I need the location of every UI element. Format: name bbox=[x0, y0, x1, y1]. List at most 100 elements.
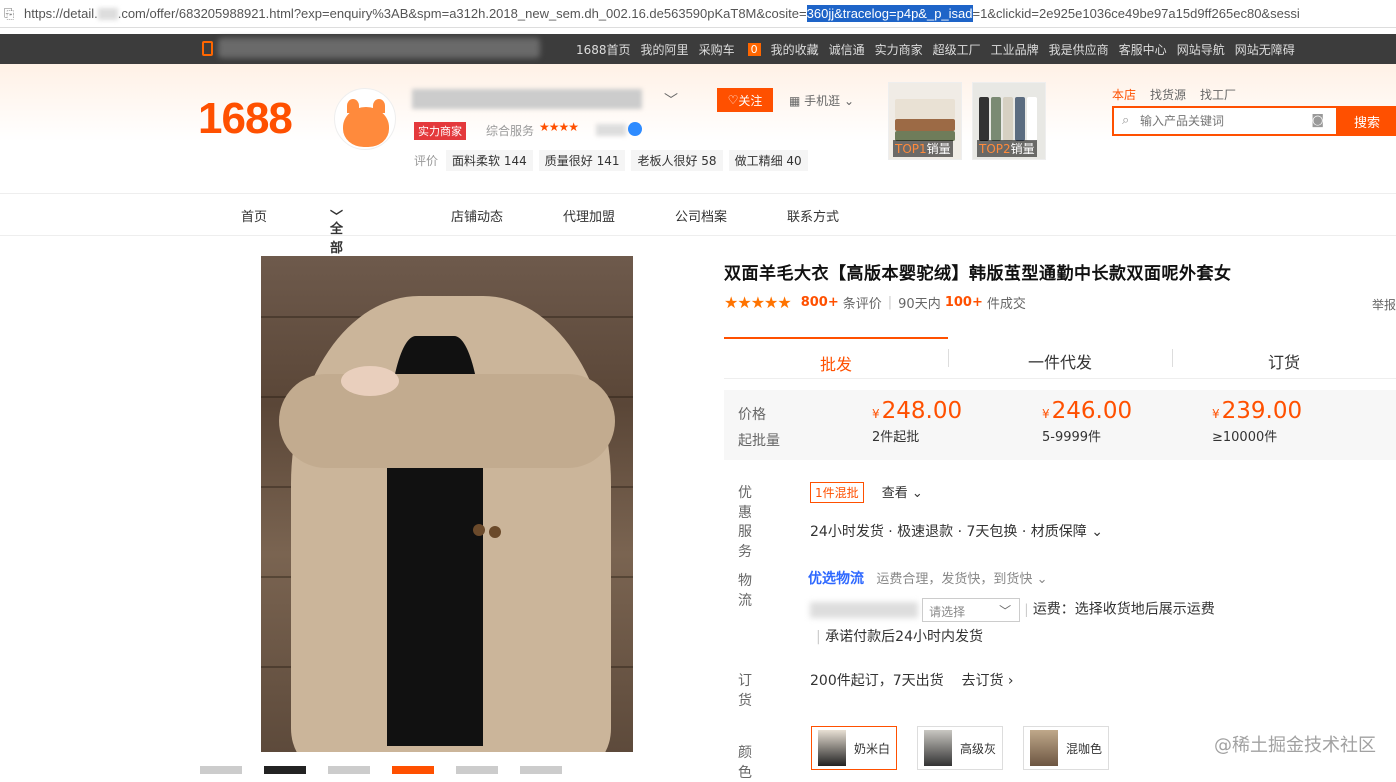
promo-view-link[interactable]: 查看 ⌄ bbox=[882, 486, 923, 501]
go-order-label: 去订货 bbox=[961, 673, 1004, 689]
url-pre: https://detail. bbox=[24, 6, 98, 21]
price-tier: ¥246.00 5-9999件 bbox=[1042, 398, 1132, 445]
tier-price: 239.00 bbox=[1221, 398, 1303, 424]
logistics-desc[interactable]: 运费合理，发货快，到货快 bbox=[876, 572, 1032, 587]
camera-icon[interactable]: ◙ bbox=[1311, 113, 1324, 128]
top-bar-links: 1688首页 我的阿里 采购车 0 我的收藏 诚信通 实力商家 超级工厂 工业品牌 我是供应商 客服… bbox=[576, 34, 1305, 64]
page-info-icon[interactable]: ⎘ bbox=[4, 6, 18, 22]
chevron-down-icon[interactable]: ⌄ bbox=[1037, 572, 1048, 587]
sold-count: 100+ bbox=[944, 295, 983, 310]
top-bar-link[interactable]: 采购车 bbox=[699, 41, 735, 58]
destination-select[interactable]: 请选择 ﹀ bbox=[922, 598, 1021, 622]
browser-address-bar[interactable]: ⎘ https://detail. .com/offer/68320598892… bbox=[0, 0, 1396, 28]
product-main-image[interactable] bbox=[261, 256, 633, 752]
follow-label: 关注 bbox=[738, 93, 763, 108]
top-item-2[interactable]: TOP2销量 bbox=[972, 82, 1046, 160]
verified-icon bbox=[628, 122, 642, 136]
top-bar-link[interactable]: 超级工厂 bbox=[933, 41, 981, 58]
service-text: 24小时发货 · 极速退款 · 7天包换 · 材质保障 bbox=[810, 524, 1087, 540]
mobile-browse-button[interactable]: ▦ 手机逛 ⌄ bbox=[789, 92, 854, 109]
service-blur bbox=[596, 124, 626, 136]
hand bbox=[341, 366, 399, 396]
review-tag[interactable]: 老板人很好 58 bbox=[631, 150, 723, 171]
sold-label: 件成交 bbox=[986, 297, 1026, 312]
currency: ¥ bbox=[872, 407, 880, 421]
hanging-shirt bbox=[1015, 97, 1025, 141]
url-blur bbox=[97, 7, 118, 20]
review-tag[interactable]: 质量很好 141 bbox=[538, 150, 626, 171]
nav-contact[interactable]: 联系方式 bbox=[787, 206, 839, 225]
crossed-arms bbox=[279, 374, 615, 468]
review-tag[interactable]: 做工精细 40 bbox=[728, 150, 808, 171]
top-bar-link[interactable]: 我的阿里 bbox=[641, 41, 689, 58]
logo-1688[interactable]: 1688 bbox=[198, 94, 293, 144]
top-bar-link[interactable]: 客服中心 bbox=[1119, 41, 1167, 58]
color-option-coffee[interactable]: 混咖色 bbox=[1023, 726, 1110, 770]
days-label: 90天内 bbox=[898, 297, 941, 312]
tab-wholesale[interactable]: 批发 bbox=[724, 337, 948, 378]
top-bar-link[interactable]: 我的收藏 bbox=[771, 41, 819, 58]
search-tab-source[interactable]: 找货源 bbox=[1150, 86, 1186, 103]
tab-dropship[interactable]: 一件代发 bbox=[948, 337, 1172, 378]
top-bar-link[interactable]: 网站导航 bbox=[1177, 41, 1225, 58]
power-merchant-badge: 实力商家 bbox=[414, 122, 466, 140]
top-bar-link[interactable]: 工业品牌 bbox=[991, 41, 1039, 58]
shop-name-blurred[interactable] bbox=[412, 89, 642, 109]
follow-button[interactable]: ♡ 关注 bbox=[717, 88, 773, 112]
watermark: @稀土掘金技术社区 bbox=[1214, 735, 1376, 756]
product-rating: ★★★★★ 800+ 条评价 | 90天内 100+ 件成交 bbox=[724, 293, 1026, 312]
search-tabs: 本店 找货源 找工厂 bbox=[1112, 86, 1236, 103]
order-terms: 200件起订，7天出货 bbox=[810, 673, 944, 689]
top-bar-link[interactable]: 实力商家 bbox=[875, 41, 923, 58]
moq-label: 起批量 bbox=[738, 433, 780, 449]
top-item-caption: TOP2销量 bbox=[977, 140, 1037, 157]
review-count[interactable]: 800+ bbox=[801, 295, 839, 310]
freight-text: 运费：选择收货地后展示运费 bbox=[1032, 601, 1215, 618]
mixed-batch-badge: 1件混批 bbox=[810, 482, 864, 503]
hanging-shirt bbox=[979, 97, 989, 141]
shop-avatar[interactable] bbox=[334, 88, 396, 150]
avatar-face bbox=[343, 107, 389, 147]
go-order-link[interactable]: 去订货 › bbox=[961, 673, 1013, 689]
color-swatch bbox=[1030, 730, 1059, 766]
nav-all-products[interactable]: 全部商品 ﹀ bbox=[330, 206, 343, 294]
search-tab-shop[interactable]: 本店 bbox=[1112, 86, 1136, 103]
cart-count-badge: 0 bbox=[747, 42, 761, 56]
currency: ¥ bbox=[1042, 407, 1050, 421]
nav-news[interactable]: 店铺动态 bbox=[451, 206, 503, 225]
top-item-1[interactable]: TOP1销量 bbox=[888, 82, 962, 160]
nav-home[interactable]: 首页 bbox=[241, 206, 267, 225]
folded-clothes bbox=[895, 99, 955, 119]
nav-company[interactable]: 公司档案 bbox=[675, 206, 727, 225]
top-bar-link[interactable]: 网站无障碍 bbox=[1235, 41, 1295, 58]
search-input[interactable] bbox=[1114, 114, 1304, 128]
nav-agency[interactable]: 代理加盟 bbox=[563, 206, 615, 225]
service-value[interactable]: 24小时发货 · 极速退款 · 7天包换 · 材质保障 ⌄ bbox=[810, 521, 1103, 541]
service-label: 综合服务 bbox=[486, 124, 535, 138]
promo-view-label: 查看 bbox=[881, 486, 908, 501]
purchase-tabs: 批发 一件代发 订货 bbox=[724, 337, 1396, 379]
color-label: 颜色 bbox=[738, 745, 752, 781]
shop-header: 1688 ﹀ 实力商家 综合服务 ★★★★ ♡ 关注 ▦ 手机逛 ⌄ 评价 面料柔… bbox=[0, 64, 1396, 194]
order-label: 订货 bbox=[738, 673, 752, 709]
color-option-cream[interactable]: 奶米白 bbox=[811, 726, 898, 770]
top-bar-link[interactable]: 1688首页 bbox=[576, 41, 631, 58]
currency: ¥ bbox=[1212, 407, 1220, 421]
tier-price: 248.00 bbox=[881, 398, 963, 424]
coat-button bbox=[473, 524, 485, 536]
search-button[interactable]: 搜索 bbox=[1338, 106, 1396, 136]
report-link[interactable]: 举报 bbox=[1372, 296, 1396, 313]
search-tab-factory[interactable]: 找工厂 bbox=[1200, 86, 1236, 103]
product-title: 双面羊毛大衣【高版本婴驼绒】韩版茧型通勤中长款双面呢外套女 bbox=[724, 264, 1232, 284]
review-label: 评价 bbox=[414, 154, 439, 168]
top-bar-link[interactable]: 我是供应商 bbox=[1049, 41, 1109, 58]
top-bar: 1688首页 我的阿里 采购车 0 我的收藏 诚信通 实力商家 超级工厂 工业品牌 我是供应商 客服… bbox=[0, 34, 1396, 64]
chevron-down-icon[interactable]: ﹀ bbox=[664, 90, 678, 110]
color-option-grey[interactable]: 高级灰 bbox=[917, 726, 1004, 770]
tab-order[interactable]: 订货 bbox=[1172, 337, 1396, 378]
mobile-icon[interactable] bbox=[202, 41, 213, 56]
chevron-down-icon: ﹀ bbox=[999, 604, 1012, 618]
review-tag[interactable]: 面料柔软 144 bbox=[446, 150, 533, 171]
tier-qty: ≥10000件 bbox=[1212, 430, 1278, 445]
top-bar-link[interactable]: 诚信通 bbox=[829, 41, 865, 58]
